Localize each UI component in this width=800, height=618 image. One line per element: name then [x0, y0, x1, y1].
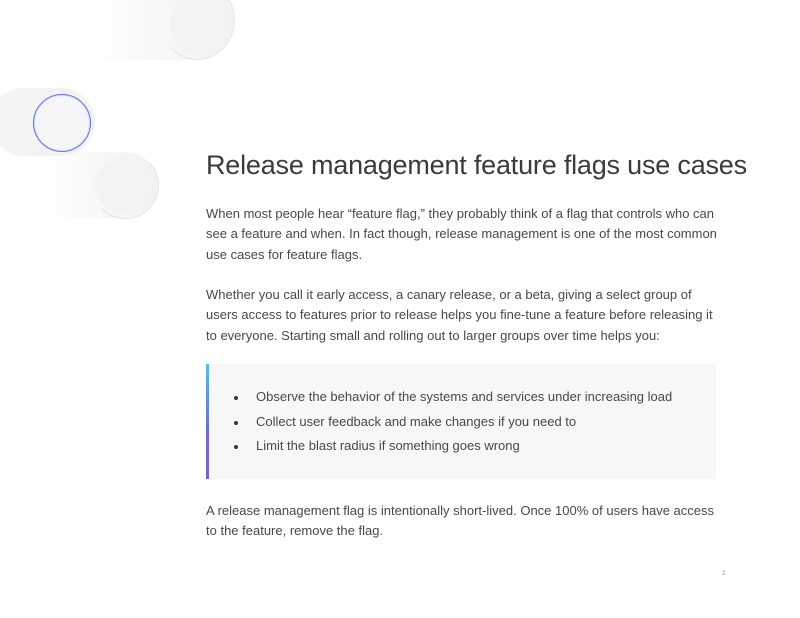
list-item-text: Collect user feedback and make changes i… [256, 413, 577, 429]
list-item: Observe the behavior of the systems and … [233, 385, 672, 410]
callout-accent-bar [206, 364, 209, 479]
list-item-text: Limit the blast radius if something goes… [256, 438, 520, 454]
rollout-paragraph: Whether you call it early access, a cana… [206, 287, 713, 343]
decorative-ring [33, 94, 91, 152]
bullet-icon [234, 396, 238, 400]
page-number: 2 [722, 571, 726, 577]
page-title: Release management feature flags use cas… [206, 150, 747, 180]
decorative-circle-bottom [95, 157, 151, 213]
list-item-text: Observe the behavior of the systems and … [256, 389, 673, 404]
benefits-list: Observe the behavior of the systems and … [233, 385, 672, 459]
list-item: Limit the blast radius if something goes… [233, 434, 672, 459]
benefits-callout: Observe the behavior of the systems and … [206, 364, 716, 479]
closing-paragraph: A release management flag is intentional… [206, 503, 714, 539]
bullet-icon [234, 420, 238, 425]
list-item: Collect user feedback and make changes i… [233, 410, 672, 435]
intro-paragraph: When most people hear “feature flag,” th… [206, 206, 717, 262]
bullet-icon [234, 445, 238, 450]
